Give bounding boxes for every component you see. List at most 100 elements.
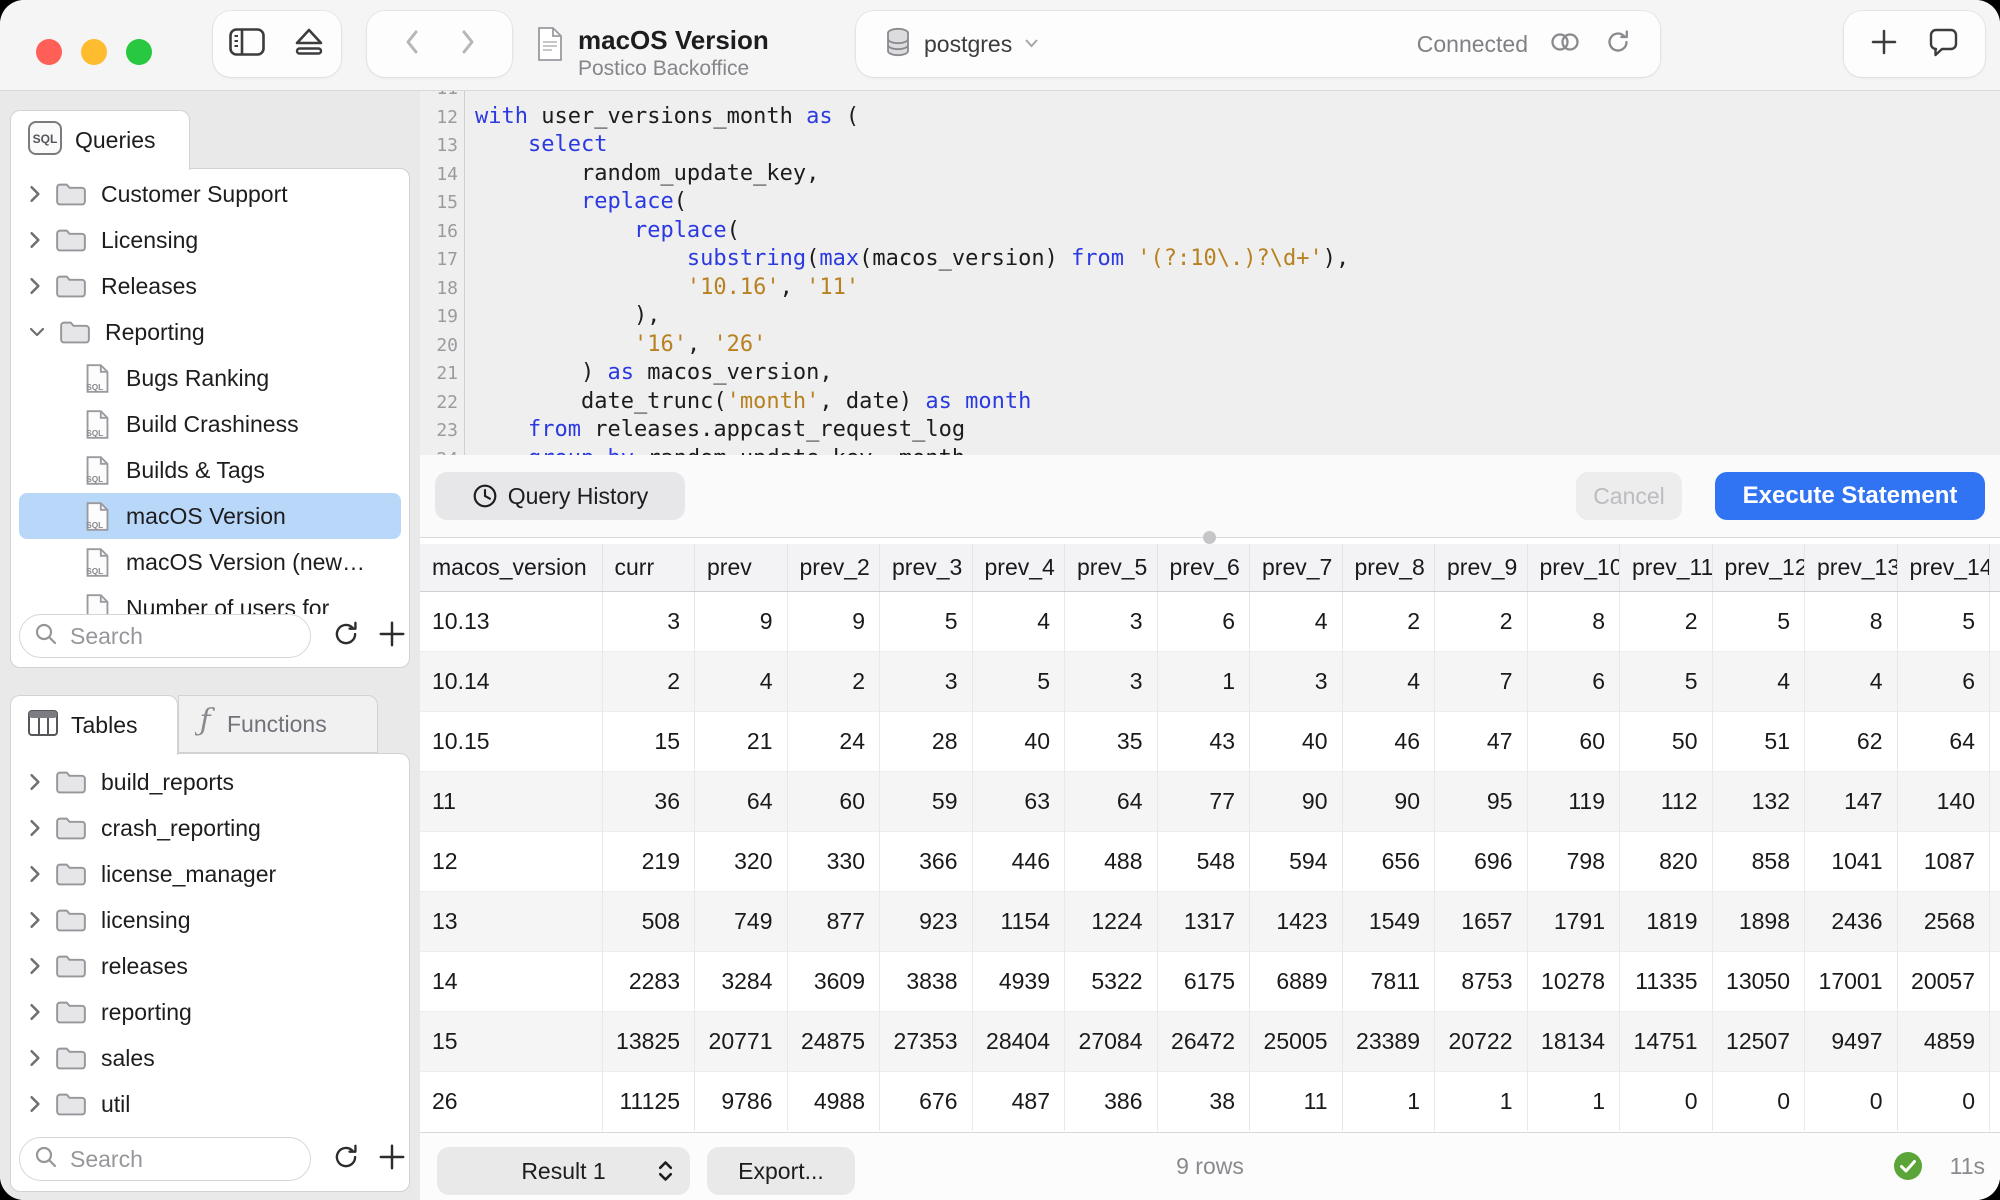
- queries-search-input[interactable]: [68, 622, 296, 651]
- cell[interactable]: 51: [1712, 712, 1805, 772]
- chevron-down-icon[interactable]: [29, 326, 45, 338]
- cell[interactable]: 11: [1250, 1072, 1343, 1132]
- cell[interactable]: 320: [695, 832, 788, 892]
- cell[interactable]: 8: [1805, 592, 1898, 652]
- cell[interactable]: 60: [787, 772, 880, 832]
- cell[interactable]: 9497: [1805, 1012, 1898, 1072]
- schema-item-licensing[interactable]: licensing: [11, 897, 409, 943]
- cell[interactable]: 24875: [787, 1012, 880, 1072]
- sidebar-item-macos-version[interactable]: SQLmacOS Version: [19, 493, 401, 539]
- cell[interactable]: 64: [695, 772, 788, 832]
- query-history-button[interactable]: Query History: [435, 472, 685, 520]
- cell[interactable]: 4: [1250, 592, 1343, 652]
- column-header-prev-4[interactable]: prev_4: [972, 544, 1065, 592]
- tables-search-field[interactable]: [19, 1137, 311, 1181]
- cell[interactable]: 4939: [972, 952, 1065, 1012]
- forward-icon[interactable]: [460, 28, 477, 61]
- cell[interactable]: 6175: [1157, 952, 1250, 1012]
- add-table-icon[interactable]: [377, 1142, 407, 1177]
- back-icon[interactable]: [403, 28, 420, 61]
- schema-item-build-reports[interactable]: build_reports: [11, 759, 409, 805]
- tab-functions[interactable]: ƒ Functions: [178, 695, 378, 753]
- cell[interactable]: 38: [1157, 1072, 1250, 1132]
- cell[interactable]: 11: [420, 772, 602, 832]
- cell[interactable]: 2: [1620, 592, 1713, 652]
- cell[interactable]: 6: [1897, 652, 1990, 712]
- cell[interactable]: 330: [787, 832, 880, 892]
- zoom-window-button[interactable]: [126, 39, 152, 65]
- cell[interactable]: 5: [972, 652, 1065, 712]
- table-row[interactable]: 1221932033036644648854859465669679882085…: [420, 832, 2000, 892]
- cell[interactable]: 4: [1805, 652, 1898, 712]
- cell[interactable]: 2: [1435, 592, 1528, 652]
- cell[interactable]: 4: [1712, 652, 1805, 712]
- cell[interactable]: 5: [1897, 592, 1990, 652]
- cell[interactable]: 1819: [1620, 892, 1713, 952]
- cell[interactable]: 46: [1342, 712, 1435, 772]
- table-row[interactable]: 1422833284360938384939532261756889781187…: [420, 952, 2000, 1012]
- cell[interactable]: 112: [1620, 772, 1713, 832]
- cell[interactable]: 14751: [1620, 1012, 1713, 1072]
- cell[interactable]: 35: [1065, 712, 1158, 772]
- cell[interactable]: 1791: [1527, 892, 1620, 952]
- chevron-right-icon[interactable]: [29, 865, 41, 883]
- cell[interactable]: 877: [787, 892, 880, 952]
- table-row[interactable]: 1350874987792311541224131714231549165717…: [420, 892, 2000, 952]
- cell[interactable]: 4: [695, 652, 788, 712]
- column-header-macos-version[interactable]: macos_version: [420, 544, 602, 592]
- sidebar-item-bugs-ranking[interactable]: SQLBugs Ranking: [11, 355, 409, 401]
- cell[interactable]: 2568: [1897, 892, 1990, 952]
- cell[interactable]: 60: [1527, 712, 1620, 772]
- cell[interactable]: 43: [1157, 712, 1250, 772]
- column-header-prev-10[interactable]: prev_10: [1527, 544, 1620, 592]
- column-header-prev-5[interactable]: prev_5: [1065, 544, 1158, 592]
- cell[interactable]: 858: [1712, 832, 1805, 892]
- tables-search-input[interactable]: [68, 1145, 296, 1174]
- column-header-prev-12[interactable]: prev_12: [1712, 544, 1805, 592]
- cell[interactable]: 1154: [972, 892, 1065, 952]
- cell[interactable]: 25005: [1250, 1012, 1343, 1072]
- cell[interactable]: 64: [1897, 712, 1990, 772]
- cell[interactable]: 11335: [1620, 952, 1713, 1012]
- sidebar-item-macos-version-new[interactable]: SQLmacOS Version (new…: [11, 539, 409, 585]
- cell[interactable]: 386: [1065, 1072, 1158, 1132]
- refresh-tables-icon[interactable]: [331, 1142, 361, 1177]
- cell[interactable]: 9: [695, 592, 788, 652]
- eject-icon[interactable]: [293, 27, 325, 62]
- cell[interactable]: 10.15: [420, 712, 602, 772]
- column-header-prev-6[interactable]: prev_6: [1157, 544, 1250, 592]
- cell[interactable]: 4988: [787, 1072, 880, 1132]
- table-row[interactable]: 1513825207712487527353284042708426472250…: [420, 1012, 2000, 1072]
- cell[interactable]: 4: [1342, 652, 1435, 712]
- cell[interactable]: 17001: [1805, 952, 1898, 1012]
- add-query-icon[interactable]: [377, 619, 407, 654]
- chevron-right-icon[interactable]: [29, 1095, 41, 1113]
- cell[interactable]: 1657: [1435, 892, 1528, 952]
- table-row[interactable]: 1136646059636477909095119112132147140: [420, 772, 2000, 832]
- cell[interactable]: [1990, 652, 2000, 712]
- column-header-prev-13[interactable]: prev_13: [1805, 544, 1898, 592]
- reload-connection-icon[interactable]: [1604, 28, 1632, 61]
- schema-item-reporting[interactable]: reporting: [11, 989, 409, 1035]
- cell[interactable]: 21: [695, 712, 788, 772]
- cell[interactable]: 923: [880, 892, 973, 952]
- cell[interactable]: 8: [1527, 592, 1620, 652]
- cell[interactable]: 47: [1435, 712, 1528, 772]
- cell[interactable]: 3: [1250, 652, 1343, 712]
- cell[interactable]: 95: [1435, 772, 1528, 832]
- cell[interactable]: 3284: [695, 952, 788, 1012]
- sidebar-item-builds-tags[interactable]: SQLBuilds & Tags: [11, 447, 409, 493]
- cell[interactable]: 5322: [1065, 952, 1158, 1012]
- cell[interactable]: 1: [1342, 1072, 1435, 1132]
- new-item-icon[interactable]: [1870, 28, 1898, 61]
- cell[interactable]: 26472: [1157, 1012, 1250, 1072]
- cell[interactable]: 90: [1250, 772, 1343, 832]
- cell[interactable]: 3: [880, 652, 973, 712]
- cancel-button[interactable]: Cancel: [1576, 472, 1682, 520]
- cell[interactable]: 119: [1527, 772, 1620, 832]
- cell[interactable]: 90: [1342, 772, 1435, 832]
- cell[interactable]: 77: [1157, 772, 1250, 832]
- column-header-prev[interactable]: prev: [695, 544, 788, 592]
- cell[interactable]: 656: [1342, 832, 1435, 892]
- cell[interactable]: 1: [1157, 652, 1250, 712]
